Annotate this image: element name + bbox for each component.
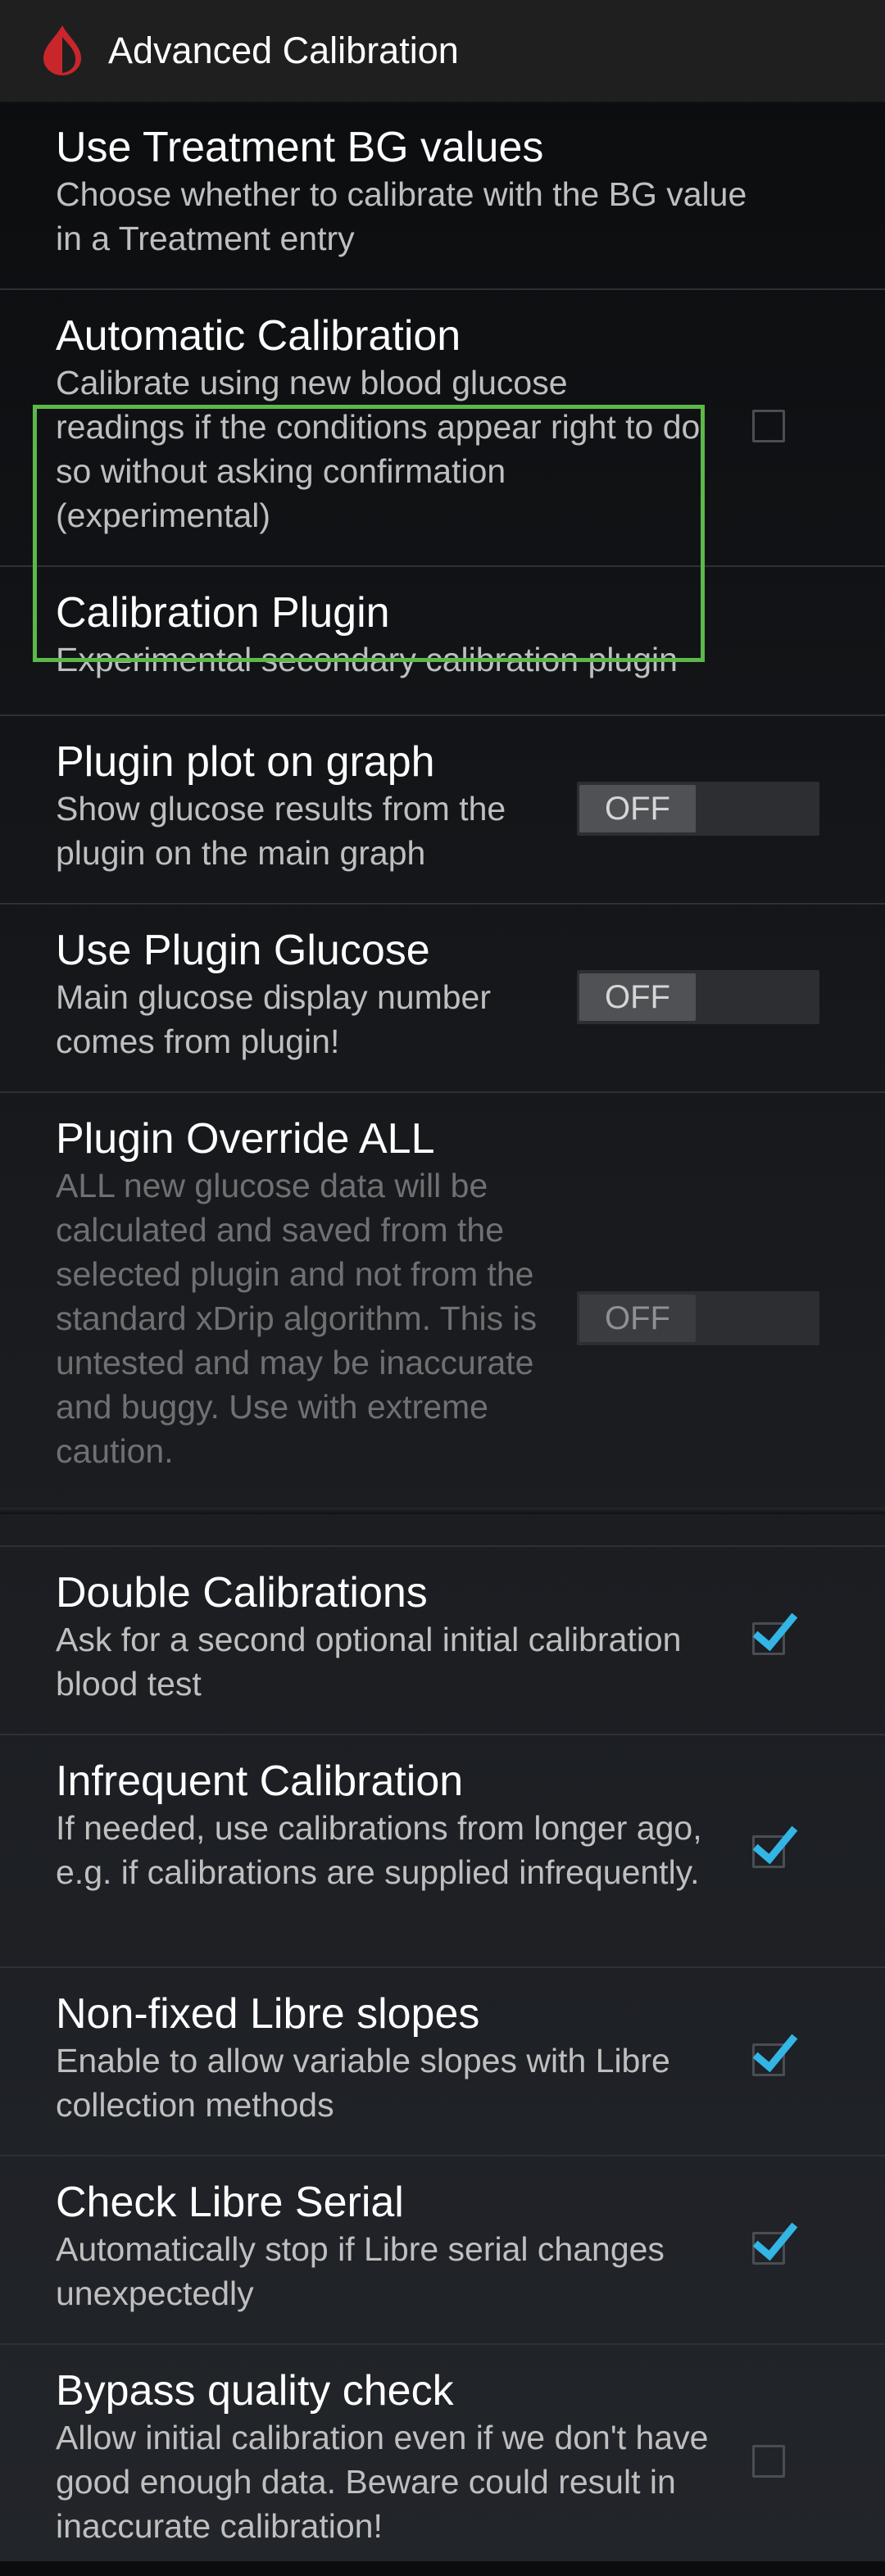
checkmark-icon — [752, 1612, 798, 1652]
pref-title: Infrequent Calibration — [56, 1757, 464, 1805]
pref-summary: Calibrate using new blood glucose readin… — [56, 364, 701, 534]
page-title: Advanced Calibration — [108, 29, 459, 71]
preference-list: Use Treatment BG values Choose whether t… — [0, 102, 885, 2576]
switch-state-label: OFF — [579, 973, 696, 1021]
bypass-quality-check-checkbox[interactable] — [752, 2445, 785, 2478]
scroll-shadow-divider — [0, 1508, 885, 1514]
pref-title: Bypass quality check — [56, 2367, 454, 2415]
pref-check-libre-serial[interactable]: Check Libre Serial Automatically stop if… — [0, 2156, 885, 2345]
pref-title: Non-fixed Libre slopes — [56, 1990, 480, 2038]
checkmark-icon — [752, 2034, 798, 2073]
pref-title: Check Libre Serial — [56, 2179, 404, 2226]
pref-summary: If needed, use calibrations from longer … — [56, 1809, 702, 1891]
pref-title: Plugin plot on graph — [56, 738, 435, 786]
use-plugin-glucose-switch[interactable]: OFF — [577, 970, 819, 1024]
pref-summary: Show glucose results from the plugin on … — [56, 790, 506, 872]
pref-plugin-override-all: Plugin Override ALL ALL new glucose data… — [0, 1093, 885, 1547]
pref-title: Plugin Override ALL — [56, 1115, 435, 1163]
pref-calibration-plugin[interactable]: Calibration Plugin Experimental secondar… — [0, 567, 885, 716]
pref-summary: Choose whether to calibrate with the BG … — [56, 175, 747, 257]
pref-title: Use Treatment BG values — [56, 124, 544, 171]
check-libre-serial-checkbox[interactable] — [752, 2222, 798, 2265]
pref-summary: Allow initial calibration even if we don… — [56, 2419, 709, 2545]
switch-state-label: OFF — [579, 1295, 696, 1342]
pref-title: Calibration Plugin — [56, 589, 390, 637]
checkmark-icon — [752, 2222, 798, 2261]
blood-drop-icon[interactable] — [38, 25, 87, 76]
pref-plugin-plot-on-graph[interactable]: Plugin plot on graph Show glucose result… — [0, 716, 885, 905]
plugin-override-switch: OFF — [577, 1291, 819, 1345]
non-fixed-libre-slopes-checkbox[interactable] — [752, 2034, 798, 2076]
pref-title: Automatic Calibration — [56, 312, 461, 360]
pref-bypass-quality-check[interactable]: Bypass quality check Allow initial calib… — [0, 2345, 885, 2576]
pref-summary: Automatically stop if Libre serial chang… — [56, 2230, 665, 2312]
pref-double-calibrations[interactable]: Double Calibrations Ask for a second opt… — [0, 1547, 885, 1735]
pref-non-fixed-libre-slopes[interactable]: Non-fixed Libre slopes Enable to allow v… — [0, 1968, 885, 2156]
pref-summary: Experimental secondary calibration plugi… — [56, 641, 678, 678]
pref-use-treatment-bg[interactable]: Use Treatment BG values Choose whether t… — [0, 102, 885, 290]
pref-summary: ALL new glucose data will be calculated … — [56, 1167, 538, 1470]
plugin-plot-switch[interactable]: OFF — [577, 782, 819, 836]
infrequent-calibration-checkbox[interactable] — [752, 1825, 798, 1868]
pref-summary: Main glucose display number comes from p… — [56, 978, 491, 1060]
pref-title: Double Calibrations — [56, 1569, 428, 1617]
pref-automatic-calibration[interactable]: Automatic Calibration Calibrate using ne… — [0, 290, 885, 567]
switch-state-label: OFF — [579, 785, 696, 832]
pref-infrequent-calibration[interactable]: Infrequent Calibration If needed, use ca… — [0, 1735, 885, 1968]
action-bar: Advanced Calibration — [0, 0, 885, 102]
automatic-calibration-checkbox[interactable] — [752, 410, 785, 442]
pref-summary: Ask for a second optional initial calibr… — [56, 1621, 682, 1703]
pref-summary: Enable to allow variable slopes with Lib… — [56, 2042, 670, 2124]
pref-title: Use Plugin Glucose — [56, 927, 430, 974]
checkmark-icon — [752, 1825, 798, 1865]
double-calibrations-checkbox[interactable] — [752, 1612, 798, 1655]
pref-use-plugin-glucose[interactable]: Use Plugin Glucose Main glucose display … — [0, 905, 885, 1093]
